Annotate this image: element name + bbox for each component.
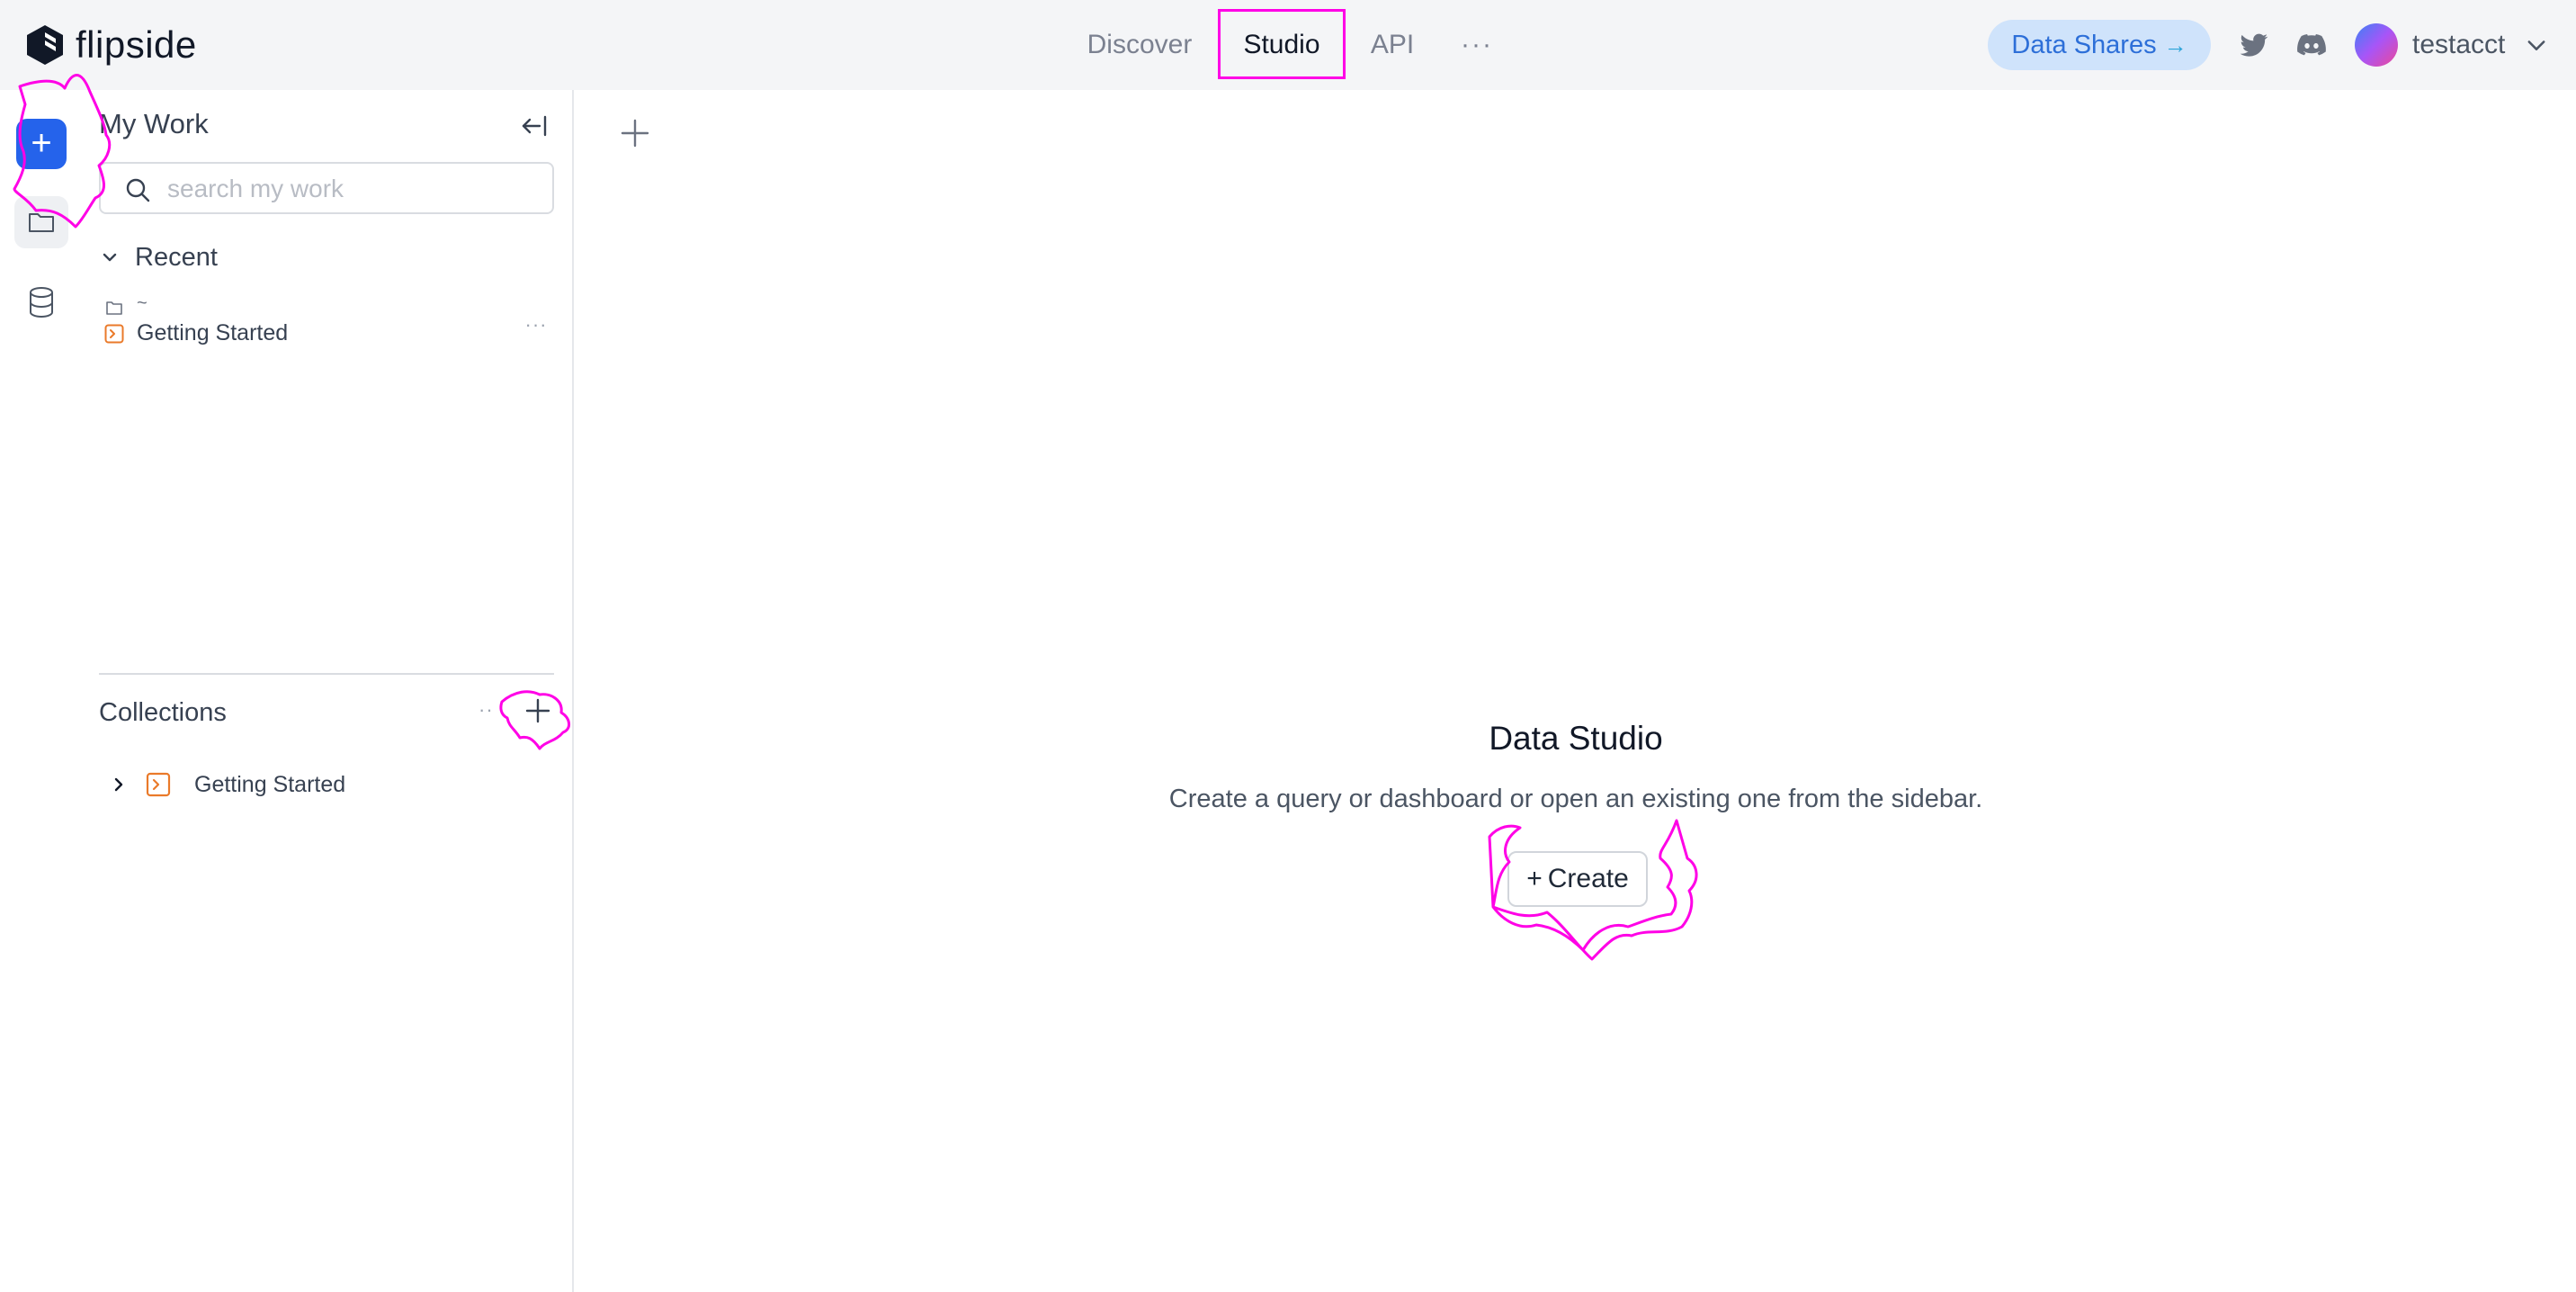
collections-title: Collections [99,698,227,727]
my-work-sidebar: My Work Recent ~ [86,90,574,1292]
query-icon [146,772,171,797]
recent-label: Recent [135,242,218,272]
collection-name: Getting Started [194,771,346,797]
folder-icon [106,301,122,315]
divider [99,673,554,675]
collection-item[interactable]: Getting Started [110,767,345,803]
collections-more-button[interactable]: ·· [479,698,505,725]
more-options-button[interactable]: ··· [520,313,552,336]
flipside-logo-icon [27,25,63,65]
data-shares-label: Data Shares [2011,30,2157,59]
page-title: Data Studio [1489,720,1663,757]
search-box[interactable] [99,162,554,214]
discord-icon[interactable] [2295,29,2328,61]
database-icon[interactable] [23,284,59,320]
nav-api[interactable]: API [1364,18,1421,72]
nav-discover[interactable]: Discover [1076,18,1203,72]
chevron-right-icon[interactable] [110,776,128,794]
recent-item-path: ~ [137,293,148,313]
chevron-down-icon[interactable] [2524,32,2549,58]
collapse-sidebar-icon[interactable] [518,110,550,142]
username[interactable]: testacct [2412,25,2505,65]
nav-more-button[interactable]: ··· [1450,18,1504,72]
folder-icon [29,213,54,232]
chevron-down-icon [103,253,117,262]
data-shares-button[interactable]: Data Shares → [1988,20,2211,70]
search-input[interactable] [167,171,536,207]
new-tab-icon[interactable] [617,115,653,151]
recent-item-name: Getting Started [137,320,289,345]
top-navigation-bar: flipside Discover Studio API ··· Data Sh… [0,0,2576,90]
create-button[interactable]: + Create [1507,851,1648,907]
twitter-icon[interactable] [2238,29,2270,61]
app-root: flipside Discover Studio API ··· Data Sh… [0,0,2576,1292]
plus-icon: + [1526,864,1543,893]
list-item[interactable]: ~ Getting Started ··· [104,293,559,356]
nav-studio[interactable]: Studio [1218,18,1346,72]
page-description: Create a query or dashboard or open an e… [1168,785,1983,813]
my-work-rail-button[interactable] [14,196,68,248]
recent-section-toggle[interactable]: Recent [99,239,218,275]
query-icon [104,324,124,344]
avatar[interactable] [2355,23,2398,67]
new-item-button[interactable]: + [16,119,67,169]
create-label: Create [1547,864,1629,893]
main-content: Data Studio Create a query or dashboard … [576,90,2576,1292]
brand-name: flipside [76,23,197,66]
search-icon [126,178,150,202]
add-collection-icon[interactable] [522,695,554,727]
brand[interactable]: flipside [25,22,197,68]
left-rail [0,90,86,1292]
arrow-right-icon: → [2163,31,2187,58]
sidebar-title: My Work [99,108,209,139]
